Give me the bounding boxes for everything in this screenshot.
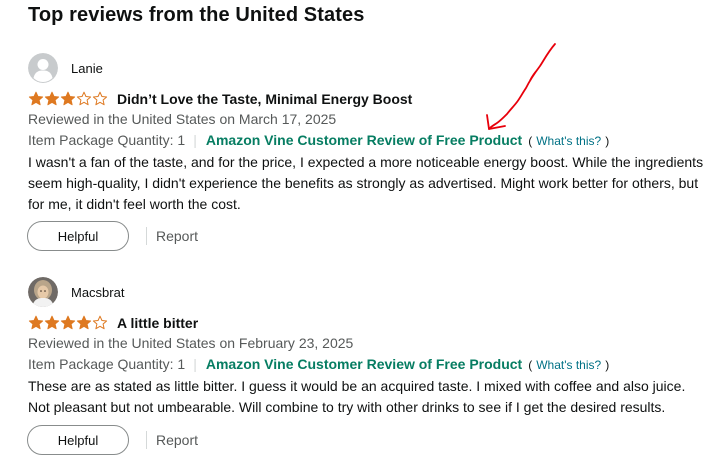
default-profile-icon[interactable] (28, 53, 58, 83)
review-format-strip: Item Package Quantity: 1 | Amazon Vine C… (28, 132, 609, 148)
star-empty-icon (92, 315, 108, 330)
review-date: Reviewed in the United States on Februar… (28, 335, 354, 351)
paren-open: ( (528, 358, 533, 372)
helpful-button[interactable]: Helpful (27, 425, 129, 455)
review-format-strip: Item Package Quantity: 1 | Amazon Vine C… (28, 356, 609, 372)
paren-open: ( (528, 134, 533, 148)
review-date: Reviewed in the United States on March 1… (28, 111, 337, 127)
review-title[interactable]: A little bitter (117, 315, 198, 331)
star-filled-icon (76, 315, 92, 330)
vine-badge: Amazon Vine Customer Review of Free Prod… (205, 356, 523, 372)
star-filled-icon (60, 91, 76, 106)
photo-avatar-icon[interactable] (28, 277, 58, 307)
star-filled-icon (60, 315, 76, 330)
report-link[interactable]: Report (156, 432, 198, 448)
star-empty-icon (92, 91, 108, 106)
review-body: I wasn't a fan of the taste, and for the… (28, 154, 704, 212)
review-body: These are as stated as little bitter. I … (28, 378, 686, 415)
review-title[interactable]: Didn’t Love the Taste, Minimal Energy Bo… (117, 91, 412, 107)
star-filled-icon (28, 315, 44, 330)
vine-badge: Amazon Vine Customer Review of Free Prod… (205, 132, 523, 148)
reviewer-name[interactable]: Macsbrat (71, 285, 124, 300)
review-item: Lanie Didn’t Love the Taste, Minimal Ene… (0, 0, 719, 251)
whats-this-link[interactable]: What's this? (536, 134, 601, 148)
star-empty-icon (76, 91, 92, 106)
star-filled-icon (44, 315, 60, 330)
paren-close: ) (605, 358, 610, 372)
star-filled-icon (28, 91, 44, 106)
review-item: Macsbrat A little bitter Reviewed in the… (0, 224, 719, 455)
separator: | (193, 356, 197, 372)
package-quantity[interactable]: Item Package Quantity: 1 (28, 132, 185, 148)
separator: | (193, 132, 197, 148)
divider (146, 431, 147, 449)
star-filled-icon (44, 91, 60, 106)
paren-close: ) (605, 134, 610, 148)
reviewer-name[interactable]: Lanie (71, 61, 103, 76)
package-quantity[interactable]: Item Package Quantity: 1 (28, 356, 185, 372)
whats-this-link[interactable]: What's this? (536, 358, 601, 372)
star-rating[interactable] (28, 91, 108, 107)
star-rating[interactable] (28, 315, 108, 331)
